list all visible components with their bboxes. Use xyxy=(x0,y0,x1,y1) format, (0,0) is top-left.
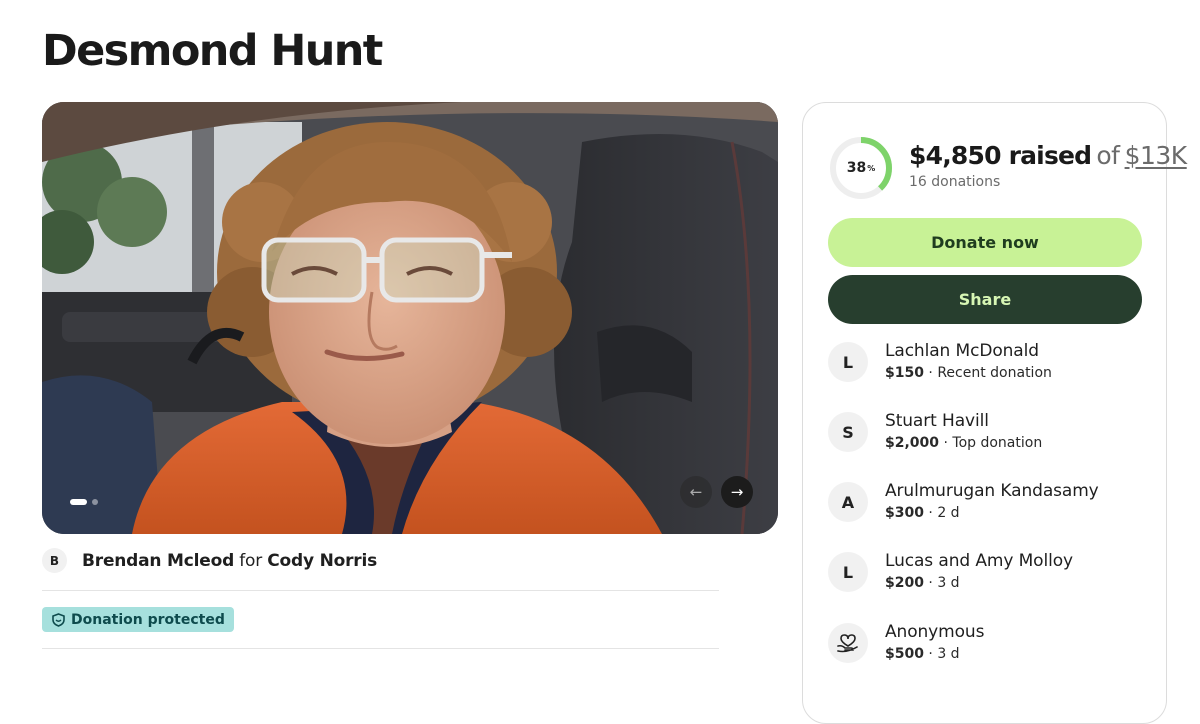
donation-card: 38% $4,850 raised of $13K 16 donations D… xyxy=(802,102,1187,724)
donor-item: L Lucas and Amy Molloy $200 · 3 d xyxy=(828,551,1073,592)
raised-value: $4,850 raised xyxy=(909,141,1092,170)
donor-item: L Lachlan McDonald $150 · Recent donatio… xyxy=(828,341,1052,382)
organizer-connector: for xyxy=(239,550,263,571)
campaign-photo-image xyxy=(42,102,778,534)
donation-count[interactable]: 16 donations xyxy=(909,174,1000,190)
donor-meta: $500 · 3 d xyxy=(885,646,960,662)
donor-name: Arulmurugan Kandasamy xyxy=(885,481,1099,501)
share-button[interactable]: Share xyxy=(828,275,1142,324)
donor-item: S Stuart Havill $2,000 · Top donation xyxy=(828,411,1043,452)
raised-amount: $4,850 raised of $13K xyxy=(909,141,1187,170)
organizer-avatar: B xyxy=(42,548,67,573)
donor-meta: $2,000 · Top donation xyxy=(885,435,1043,451)
shield-icon xyxy=(52,612,65,627)
arrow-left-icon: ← xyxy=(689,482,703,501)
badge-label: Donation protected xyxy=(71,611,225,628)
donor-name: Lucas and Amy Molloy xyxy=(885,551,1073,571)
donor-name: Stuart Havill xyxy=(885,411,989,431)
carousel-dot-active[interactable] xyxy=(70,499,87,505)
progress-ring: 38% xyxy=(828,135,894,201)
arrow-right-icon: → xyxy=(730,482,744,501)
donation-protected-badge[interactable]: Donation protected xyxy=(42,607,234,632)
divider xyxy=(42,648,719,649)
donor-meta: $300 · 2 d xyxy=(885,505,960,521)
donor-meta: $150 · Recent donation xyxy=(885,365,1052,381)
donate-button[interactable]: Donate now xyxy=(828,218,1142,267)
heart-hand-icon xyxy=(837,634,858,653)
donor-meta: $200 · 3 d xyxy=(885,575,960,591)
donor-name: Anonymous xyxy=(885,622,985,642)
divider xyxy=(42,590,719,591)
beneficiary-name[interactable]: Cody Norris xyxy=(267,551,377,571)
organizer-row: B Brendan Mcleod for Cody Norris xyxy=(42,548,377,573)
carousel-indicator xyxy=(70,499,98,505)
page-title: Desmond Hunt xyxy=(42,26,383,76)
campaign-photo[interactable]: ← → xyxy=(42,102,778,534)
donor-avatar xyxy=(828,623,868,663)
organizer-name[interactable]: Brendan Mcleod xyxy=(82,551,234,571)
raised-of: of xyxy=(1096,141,1120,170)
carousel-next-button[interactable]: → xyxy=(721,476,753,508)
donor-avatar: S xyxy=(828,412,868,452)
donor-item: Anonymous $500 · 3 d xyxy=(828,622,985,663)
progress-percent: 38% xyxy=(846,160,876,176)
carousel-dot[interactable] xyxy=(92,499,98,505)
organizer-text: Brendan Mcleod for Cody Norris xyxy=(82,551,377,571)
carousel-prev-button[interactable]: ← xyxy=(680,476,712,508)
donor-name: Lachlan McDonald xyxy=(885,341,1039,361)
donor-avatar: A xyxy=(828,482,868,522)
goal-amount[interactable]: $13K xyxy=(1125,141,1188,170)
donor-avatar: L xyxy=(828,342,868,382)
donor-avatar: L xyxy=(828,552,868,592)
donor-item: A Arulmurugan Kandasamy $300 · 2 d xyxy=(828,481,1099,522)
